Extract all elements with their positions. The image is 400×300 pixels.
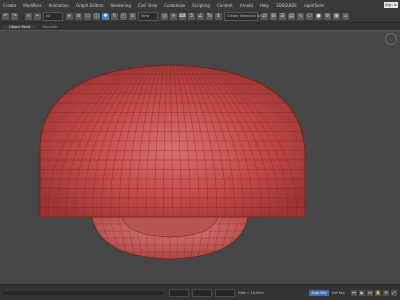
menu-item-3dsguide[interactable]: 3DSGUIDE xyxy=(273,3,301,8)
tab-object-paint[interactable]: Object Paint xyxy=(3,24,37,29)
material-editor-icon[interactable]: ● xyxy=(315,12,322,20)
move-icon[interactable]: ✥ xyxy=(102,12,109,20)
mirror-icon[interactable]: ⇄ xyxy=(261,12,268,20)
menu-item-animation[interactable]: Animation xyxy=(46,3,73,8)
sign-in-button[interactable]: Sign In xyxy=(384,2,398,8)
placement-icon[interactable]: ⊙ xyxy=(129,12,136,20)
rectangular-selection-icon[interactable]: ▭ xyxy=(84,12,91,20)
status-bar: Grid = 10,0cm Auto Key Set Key ⏮ ▶ ⏭ ✋ ⟳… xyxy=(0,284,400,300)
pivot-center-icon[interactable]: ◎ xyxy=(161,12,168,20)
reference-coordinate-dropdown[interactable]: View xyxy=(138,11,158,21)
grid-size-text: Grid = 10,0cm xyxy=(238,290,264,295)
percent-snap-icon[interactable]: % xyxy=(206,12,213,20)
layer-explorer-icon[interactable]: ☰ xyxy=(279,12,286,20)
snaps-toggle-icon[interactable]: 3 xyxy=(188,12,195,20)
undo-icon[interactable]: ↶ xyxy=(2,12,9,20)
render-frame-icon[interactable]: ▣ xyxy=(333,12,340,20)
unlink-icon[interactable]: ⌁ xyxy=(34,12,41,20)
pan-icon[interactable]: ✋ xyxy=(375,289,381,296)
menu-item-arnold[interactable]: Arnold xyxy=(237,3,257,8)
orbit-icon[interactable]: ⟳ xyxy=(383,289,389,296)
menu-item-create[interactable]: Create xyxy=(0,3,20,8)
play-icon[interactable]: ▶ xyxy=(359,289,365,296)
select-object-icon[interactable]: ▸ xyxy=(66,12,73,20)
main-toolbar: ↶ ↷ ∞ ⌁ All ▸ ≡ ▭ ◫ ✥ ↻ ◰ ⊙ View ◎ ✛ ⌨ 3… xyxy=(0,10,400,23)
selection-filter-dropdown[interactable]: All xyxy=(43,11,63,21)
scale-icon[interactable]: ◰ xyxy=(120,12,127,20)
keyboard-shortcut-icon[interactable]: ⌨ xyxy=(179,12,186,20)
ribbon-toggle-icon[interactable]: ▤ xyxy=(288,12,295,20)
y-coordinate-field[interactable] xyxy=(192,288,212,297)
schematic-view-icon[interactable]: ⎔ xyxy=(306,12,313,20)
go-to-start-icon[interactable]: ⏮ xyxy=(351,289,357,296)
auto-key-button[interactable]: Auto Key xyxy=(309,289,329,296)
menu-item-civil-view[interactable]: Civil View xyxy=(135,3,161,8)
z-coordinate-field[interactable] xyxy=(215,288,235,297)
maximize-viewport-icon[interactable]: ⤢ xyxy=(391,289,397,296)
x-coordinate-field[interactable] xyxy=(169,288,189,297)
toolbar-divider xyxy=(22,12,23,20)
mushroom-model[interactable] xyxy=(0,31,400,285)
link-icon[interactable]: ∞ xyxy=(25,12,32,20)
menu-item-rapidtools[interactable]: rapidTools xyxy=(301,3,328,8)
angle-snap-icon[interactable]: ∠ xyxy=(197,12,204,20)
menu-item-rendering[interactable]: Rendering xyxy=(107,3,134,8)
menu-bar: Create Modifiers Animation Graph Editors… xyxy=(0,0,400,10)
redo-icon[interactable]: ↷ xyxy=(11,12,18,20)
window-crossing-icon[interactable]: ◫ xyxy=(93,12,100,20)
curve-editor-icon[interactable]: ∿ xyxy=(297,12,304,20)
spinner-snap-icon[interactable]: ⇕ xyxy=(215,12,222,20)
rotate-icon[interactable]: ↻ xyxy=(111,12,118,20)
ribbon-tabs: Object Paint Populate xyxy=(0,23,400,30)
render-setup-icon[interactable]: ⚙ xyxy=(324,12,331,20)
set-key-button[interactable]: Set Key xyxy=(332,291,345,295)
named-selection-sets-dropdown[interactable]: Create Selection Se xyxy=(224,11,261,21)
align-icon[interactable]: ⊞ xyxy=(270,12,277,20)
menu-item-content[interactable]: Content xyxy=(214,3,237,8)
menu-item-customize[interactable]: Customize xyxy=(161,3,189,8)
perspective-viewport[interactable] xyxy=(0,30,400,285)
tab-populate[interactable]: Populate xyxy=(36,25,63,29)
menu-item-help[interactable]: Help xyxy=(257,3,273,8)
select-by-name-icon[interactable]: ≡ xyxy=(75,12,82,20)
select-manipulate-icon[interactable]: ✛ xyxy=(170,12,177,20)
menu-item-scripting[interactable]: Scripting xyxy=(189,3,214,8)
menu-item-graph-editors[interactable]: Graph Editors xyxy=(73,3,107,8)
menu-item-modifiers[interactable]: Modifiers xyxy=(20,3,45,8)
time-slider[interactable] xyxy=(3,290,163,295)
go-to-end-icon[interactable]: ⏭ xyxy=(367,289,373,296)
render-production-icon[interactable]: ☕ xyxy=(342,12,349,20)
